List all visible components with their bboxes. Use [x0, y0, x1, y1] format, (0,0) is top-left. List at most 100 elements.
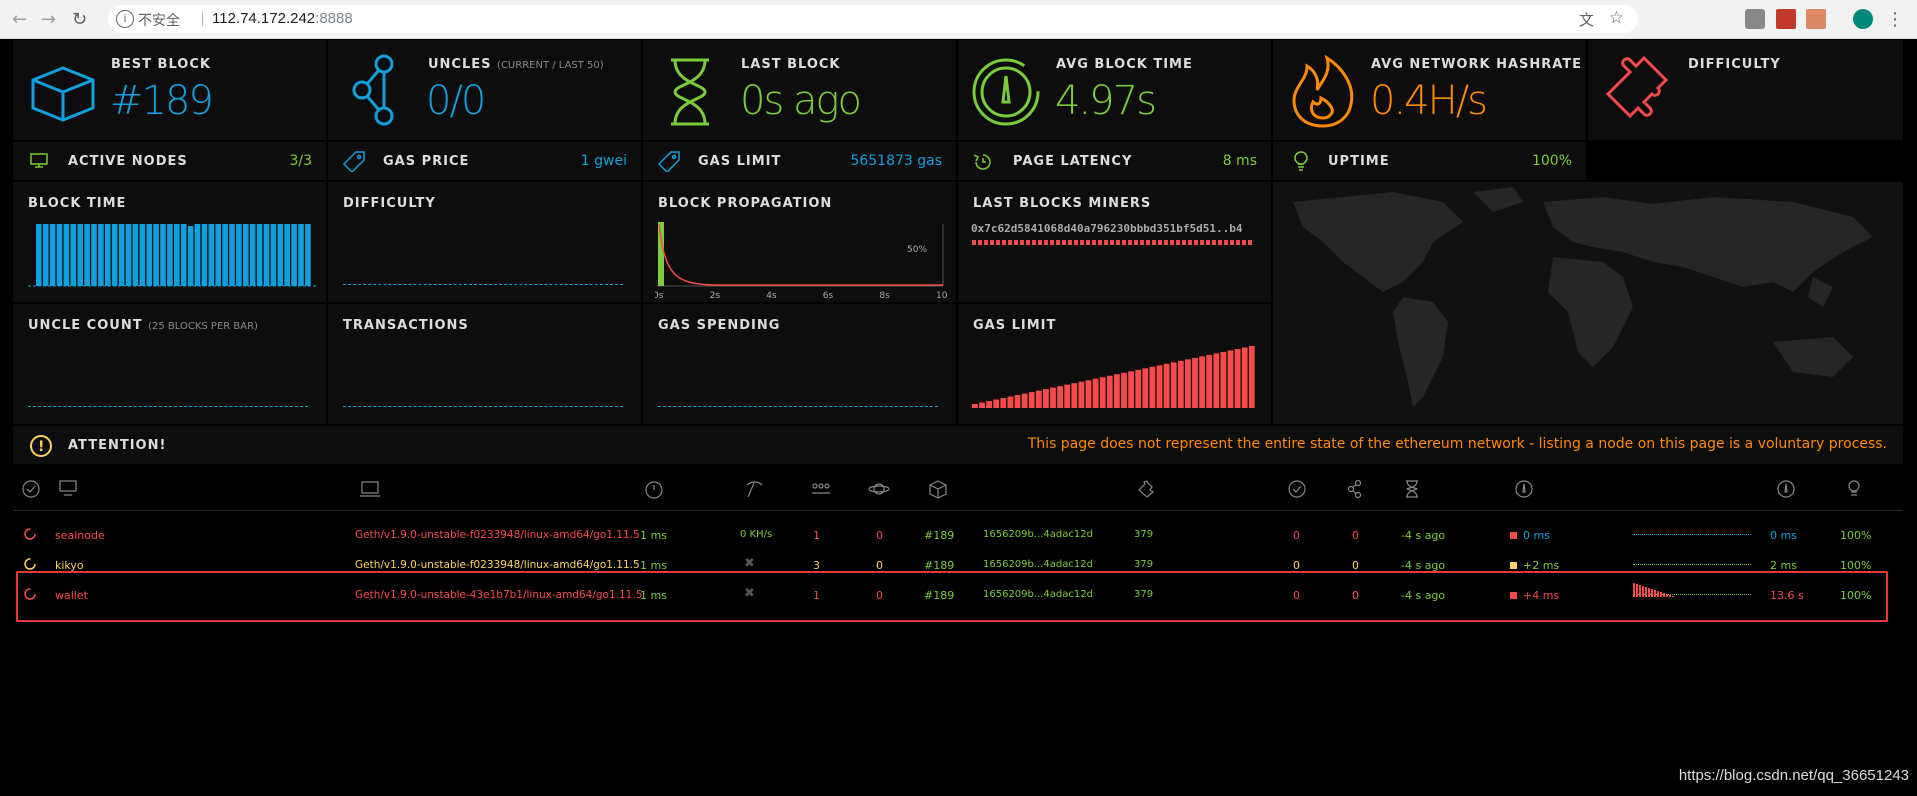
- node-status-icon: [24, 528, 36, 540]
- profile-avatar[interactable]: [1853, 9, 1873, 29]
- avg-propagation-icon[interactable]: [1776, 479, 1796, 499]
- block-time-bar: [284, 224, 290, 286]
- gas-limit-bar: [1000, 398, 1007, 408]
- page-latency-label: PAGE LATENCY: [1013, 154, 1133, 169]
- pdf-extension-icon[interactable]: [1776, 9, 1796, 29]
- translate-icon[interactable]: 文: [1579, 9, 1594, 30]
- puzzle-icon: [1605, 55, 1669, 119]
- hourglass-icon: [671, 58, 709, 126]
- menu-icon[interactable]: ⋮: [1886, 9, 1904, 30]
- node-avg-propagation: 0 ms: [1770, 529, 1797, 542]
- gas-limit-bar: [1248, 346, 1255, 408]
- header-divider: [13, 510, 1903, 511]
- block-time-bar: [208, 224, 215, 286]
- gas-limit-bar: [1192, 357, 1198, 408]
- block-time-bar: [160, 224, 166, 286]
- gas-limit-bar: [1043, 389, 1049, 408]
- node-propagation: 0 ms: [1523, 529, 1550, 542]
- node-name: sealnode: [55, 529, 105, 542]
- block-time-bar: [70, 224, 77, 286]
- gas-limit-bar: [1028, 392, 1035, 408]
- avg-hashrate-tile: AVG NETWORK HASHRATE 0.4H/s: [1273, 40, 1586, 140]
- browser-toolbar: ← → ↻ i 不安全 | 112.74.172.242:8888 文 ☆ ⋮: [0, 0, 1917, 39]
- watermark: https://blog.csdn.net/qq_36651243: [1678, 767, 1909, 784]
- propagation-gauge-icon[interactable]: [1514, 479, 1534, 499]
- gas-limit-bar: [979, 402, 985, 408]
- transactions-title: TRANSACTIONS: [343, 318, 469, 333]
- block-time-bar: [56, 224, 63, 286]
- uptime-value: 100%: [1531, 153, 1572, 169]
- check-circle-icon[interactable]: [21, 479, 41, 499]
- gas-limit-chart: GAS LIMIT: [958, 304, 1271, 424]
- last-blocks-miners-chart: LAST BLOCKS MINERS 0x7c62d5841068d40a796…: [958, 182, 1271, 302]
- propagation-tick: 4s: [766, 291, 777, 300]
- block-time-chart: BLOCK TIME: [13, 182, 326, 302]
- gauge-icon: [972, 58, 1040, 126]
- miner-blocks-bar: [972, 240, 1252, 245]
- propagation-tick: 0s: [655, 291, 664, 300]
- propagation-tick: 2s: [710, 291, 721, 300]
- block-cube-icon[interactable]: [928, 479, 948, 499]
- node-map[interactable]: [1273, 182, 1903, 424]
- node-name-icon[interactable]: [58, 479, 78, 499]
- last-block-hourglass-icon[interactable]: [1404, 479, 1420, 499]
- node-block-hash: 1656209b...4adac12d: [983, 559, 1093, 570]
- gas-limit-bar: [1213, 353, 1220, 408]
- insecure-label: 不安全: [138, 13, 180, 29]
- gas-limit-bar: [1007, 396, 1014, 408]
- last-block-value: 0s ago: [740, 78, 862, 124]
- gas-price-value: 1 gwei: [580, 153, 627, 169]
- extension-icon[interactable]: [1745, 9, 1765, 29]
- info-icon[interactable]: i: [116, 10, 134, 28]
- gas-limit-bar: [1227, 350, 1234, 408]
- block-time-bar: [201, 224, 208, 286]
- cube-icon: [31, 66, 95, 122]
- address-bar[interactable]: i 不安全 | 112.74.172.242:8888 文 ☆: [108, 5, 1638, 33]
- planet-icon[interactable]: [868, 479, 890, 499]
- node-difficulty: 379: [1134, 559, 1154, 570]
- block-time-bar: [270, 224, 277, 286]
- client-icon[interactable]: [360, 479, 380, 499]
- gas-limit-bar: [1121, 372, 1127, 408]
- gas-spending-title: GAS SPENDING: [658, 318, 781, 333]
- pdf-tool-icon[interactable]: [1806, 9, 1826, 29]
- gas-price-tile: GAS PRICE 1 gwei: [328, 142, 641, 180]
- gas-limit-label: GAS LIMIT: [698, 154, 782, 169]
- propagation-tick: 6s: [823, 291, 834, 300]
- gas-limit-tag-icon: [657, 151, 680, 172]
- gas-limit-tile: GAS LIMIT 5651873 gas: [643, 142, 956, 180]
- gas-limit-bar: [1234, 348, 1241, 408]
- url-text[interactable]: 112.74.172.242:8888: [212, 10, 353, 27]
- difficulty-puzzle-icon[interactable]: [1136, 479, 1156, 499]
- gas-limit-bar: [986, 401, 992, 408]
- node-last-block: -4 s ago: [1401, 529, 1446, 542]
- node-block: #189: [924, 529, 955, 542]
- tx-check-icon[interactable]: [1287, 479, 1307, 499]
- attention-bar: ! ATTENTION! This page does not represen…: [13, 426, 1903, 464]
- peers-icon[interactable]: [810, 479, 832, 499]
- warning-icon: !: [30, 435, 52, 457]
- back-icon[interactable]: ←: [12, 9, 27, 30]
- gas-limit-bar: [1064, 384, 1071, 408]
- uncles-col-icon[interactable]: [1346, 479, 1366, 499]
- block-time-bar: [256, 224, 263, 286]
- miner-address: 0x7c62d5841068d40a796230bbbd351bf5d51..b…: [971, 222, 1243, 235]
- uncle-count-baseline: [28, 406, 308, 407]
- forward-icon[interactable]: →: [41, 9, 56, 30]
- latency-icon[interactable]: [644, 479, 664, 499]
- pickaxe-icon[interactable]: [744, 479, 764, 499]
- reload-icon[interactable]: ↻: [72, 9, 87, 30]
- uptime-bulb-icon[interactable]: [1846, 479, 1862, 499]
- separator: |: [200, 9, 206, 27]
- price-tag-icon: [342, 151, 365, 172]
- block-time-bar: [125, 224, 132, 286]
- bookmark-star-icon[interactable]: ☆: [1609, 8, 1624, 28]
- block-propagation-title: BLOCK PROPAGATION: [658, 196, 833, 211]
- lightbulb-icon: [1294, 151, 1308, 171]
- block-time-bar: [105, 224, 111, 286]
- node-row[interactable]: sealnode Geth/v1.9.0-unstable-f0233948/l…: [13, 521, 1903, 549]
- block-time-bar: [167, 224, 173, 286]
- page-latency-tile: PAGE LATENCY 8 ms: [958, 142, 1271, 180]
- block-time-bar: [153, 224, 159, 286]
- flame-icon: [1292, 54, 1354, 128]
